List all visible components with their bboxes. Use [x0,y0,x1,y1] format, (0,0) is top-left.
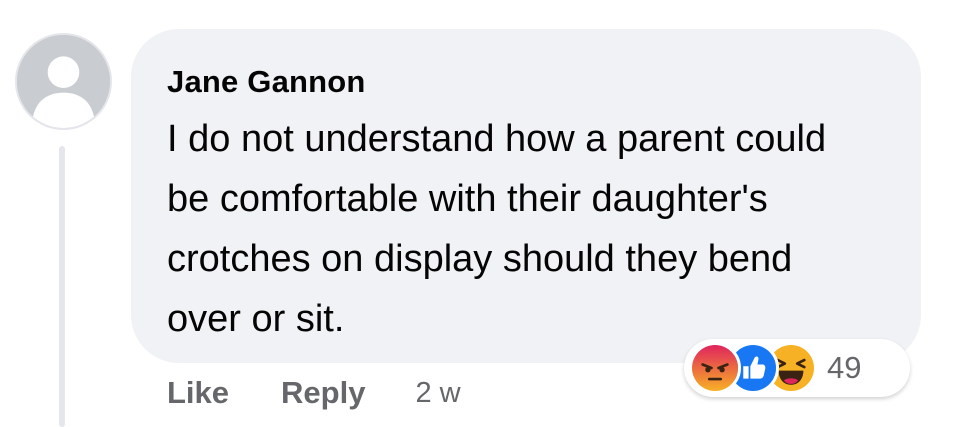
reaction-summary[interactable]: 49 [684,339,910,397]
avatar[interactable] [15,33,112,130]
comment-text: I do not understand how a parent could b… [167,118,827,340]
angry-icon [689,342,741,394]
thread-line [59,146,65,427]
comment-author[interactable]: Jane Gannon [167,63,885,101]
comment-actions: Like Reply 2 w [167,372,461,414]
reaction-count: 49 [827,350,862,385]
comment-bubble: Jane Gannon I do not understand how a pa… [131,29,921,363]
comment-thread: Jane Gannon I do not understand how a pa… [0,0,976,427]
reply-button[interactable]: Reply [281,375,365,411]
like-button[interactable]: Like [167,375,229,411]
comment-timestamp[interactable]: 2 w [415,377,460,410]
default-avatar-icon [17,35,110,128]
